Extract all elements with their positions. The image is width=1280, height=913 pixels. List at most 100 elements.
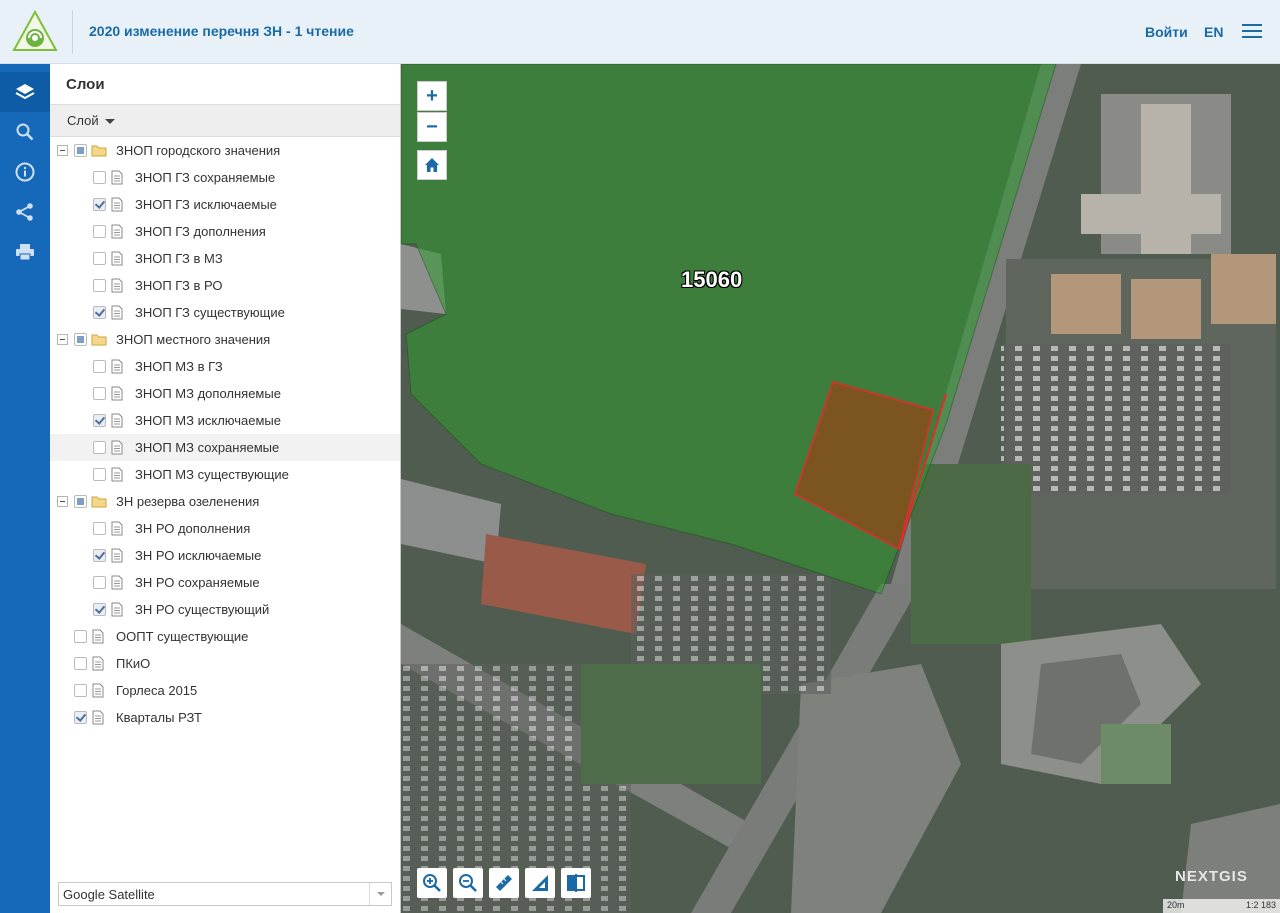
- layer-label: ЗНОП ГЗ существующие: [135, 305, 285, 320]
- layer-row[interactable]: ЗНОП МЗ исключаемые: [50, 407, 400, 434]
- layer-checkbox[interactable]: [74, 630, 87, 643]
- zoom-out-box-button[interactable]: [453, 868, 483, 898]
- layer-row[interactable]: ЗН РО сохраняемые: [50, 569, 400, 596]
- measure-distance-button[interactable]: [489, 868, 519, 898]
- layer-checkbox[interactable]: [74, 657, 87, 670]
- layer-checkbox[interactable]: [93, 387, 106, 400]
- layer-checkbox[interactable]: [93, 306, 106, 319]
- layer-checkbox[interactable]: [93, 414, 106, 427]
- zoom-in-box-button[interactable]: [417, 868, 447, 898]
- zoom-out-box-icon: [459, 874, 477, 892]
- layer-checkbox[interactable]: [93, 549, 106, 562]
- layer-checkbox[interactable]: [93, 441, 106, 454]
- layer-group-row[interactable]: ЗН резерва озеленения: [50, 488, 400, 515]
- language-switch[interactable]: EN: [1204, 24, 1223, 40]
- layer-row[interactable]: ЗНОП МЗ существующие: [50, 461, 400, 488]
- measure-area-button[interactable]: [525, 868, 555, 898]
- layer-checkbox[interactable]: [93, 468, 106, 481]
- print-tab[interactable]: [0, 232, 50, 272]
- share-tab[interactable]: [0, 192, 50, 232]
- login-link[interactable]: Войти: [1145, 24, 1188, 40]
- layer-checkbox[interactable]: [93, 576, 106, 589]
- area-measure-icon: [532, 875, 548, 891]
- layer-row[interactable]: ЗНОП МЗ сохраняемые: [50, 434, 400, 461]
- map-view[interactable]: 15060 + − NEXTGIS 20m 1:2 183: [401, 64, 1280, 913]
- layer-dropdown-label: Слой: [67, 113, 99, 128]
- layer-label: Кварталы РЗТ: [116, 710, 202, 725]
- layer-checkbox[interactable]: [93, 522, 106, 535]
- collapse-toggle-icon[interactable]: [57, 496, 68, 507]
- home-extent-button[interactable]: [417, 150, 447, 180]
- layer-file-icon: [92, 683, 106, 698]
- layer-checkbox[interactable]: [93, 225, 106, 238]
- app-header: 2020 изменение перечня ЗН - 1 чтение Вой…: [0, 0, 1280, 64]
- layer-tree: ЗНОП городского значения ЗНОП ГЗ сохраняе…: [50, 137, 400, 731]
- layer-checkbox[interactable]: [93, 252, 106, 265]
- layer-label: ЗНОП ГЗ сохраняемые: [135, 170, 276, 185]
- layer-row[interactable]: ЗН РО дополнения: [50, 515, 400, 542]
- swipe-compare-button[interactable]: [561, 868, 591, 898]
- layer-label: ЗН РО исключаемые: [135, 548, 262, 563]
- app-logo[interactable]: [12, 10, 58, 54]
- info-icon: [15, 162, 35, 182]
- layer-group-row[interactable]: ЗНОП городского значения: [50, 137, 400, 164]
- layer-file-icon: [111, 251, 125, 266]
- layer-row[interactable]: ЗНОП ГЗ в МЗ: [50, 245, 400, 272]
- layer-file-icon: [92, 656, 106, 671]
- folder-icon: [91, 494, 107, 509]
- group-checkbox[interactable]: [74, 144, 87, 157]
- layer-row[interactable]: ЗНОП ГЗ существующие: [50, 299, 400, 326]
- satellite-imagery: [401, 64, 1280, 913]
- layer-row[interactable]: ЗНОП ГЗ исключаемые: [50, 191, 400, 218]
- info-tab[interactable]: [0, 152, 50, 192]
- layer-file-icon: [111, 413, 125, 428]
- layer-row[interactable]: ООПТ существующие: [50, 623, 400, 650]
- layer-checkbox[interactable]: [74, 711, 87, 724]
- scale-distance: 20m: [1167, 900, 1185, 910]
- layer-row[interactable]: ЗНОП МЗ в ГЗ: [50, 353, 400, 380]
- layer-file-icon: [111, 278, 125, 293]
- layer-group-label: ЗНОП городского значения: [116, 143, 281, 158]
- folder-icon: [91, 143, 107, 158]
- layer-label: ЗНОП МЗ сохраняемые: [135, 440, 280, 455]
- layer-file-icon: [111, 440, 125, 455]
- layer-file-icon: [111, 305, 125, 320]
- layers-icon: [15, 84, 35, 100]
- layer-row[interactable]: ЗН РО существующий: [50, 596, 400, 623]
- layers-tab[interactable]: [0, 72, 50, 112]
- chevron-down-icon: [369, 883, 391, 905]
- parcel-number-label: 15060: [681, 267, 743, 292]
- collapse-toggle-icon[interactable]: [57, 334, 68, 345]
- zoom-out-button[interactable]: −: [417, 112, 447, 142]
- group-checkbox[interactable]: [74, 333, 87, 346]
- layer-row[interactable]: Кварталы РЗТ: [50, 704, 400, 731]
- layer-dropdown[interactable]: Слой: [67, 113, 115, 128]
- layer-checkbox[interactable]: [93, 360, 106, 373]
- search-tab[interactable]: [0, 112, 50, 152]
- collapse-toggle-icon[interactable]: [57, 145, 68, 156]
- layer-row[interactable]: ЗНОП МЗ дополняемые: [50, 380, 400, 407]
- layer-checkbox[interactable]: [93, 279, 106, 292]
- layer-checkbox[interactable]: [93, 171, 106, 184]
- layer-file-icon: [111, 170, 125, 185]
- basemap-select[interactable]: Google Satellite: [58, 882, 392, 906]
- layer-row[interactable]: ЗНОП ГЗ сохраняемые: [50, 164, 400, 191]
- layer-checkbox[interactable]: [93, 198, 106, 211]
- layer-label: ЗНОП МЗ существующие: [135, 467, 289, 482]
- layer-row[interactable]: ЗНОП ГЗ дополнения: [50, 218, 400, 245]
- layer-group-row[interactable]: ЗНОП местного значения: [50, 326, 400, 353]
- layer-checkbox[interactable]: [74, 684, 87, 697]
- layer-row[interactable]: ЗНОП ГЗ в РО: [50, 272, 400, 299]
- layer-row[interactable]: Горлеса 2015: [50, 677, 400, 704]
- layer-checkbox[interactable]: [93, 603, 106, 616]
- layer-file-icon: [111, 548, 125, 563]
- layer-row[interactable]: ЗН РО исключаемые: [50, 542, 400, 569]
- left-toolbar: [0, 64, 50, 913]
- layer-label: ЗН РО существующий: [135, 602, 270, 617]
- hamburger-menu-icon[interactable]: [1242, 24, 1262, 40]
- group-checkbox[interactable]: [74, 495, 87, 508]
- layer-group-label: ЗНОП местного значения: [116, 332, 271, 347]
- zoom-in-button[interactable]: +: [417, 81, 447, 111]
- zoom-in-box-icon: [423, 874, 441, 892]
- layer-row[interactable]: ПКиО: [50, 650, 400, 677]
